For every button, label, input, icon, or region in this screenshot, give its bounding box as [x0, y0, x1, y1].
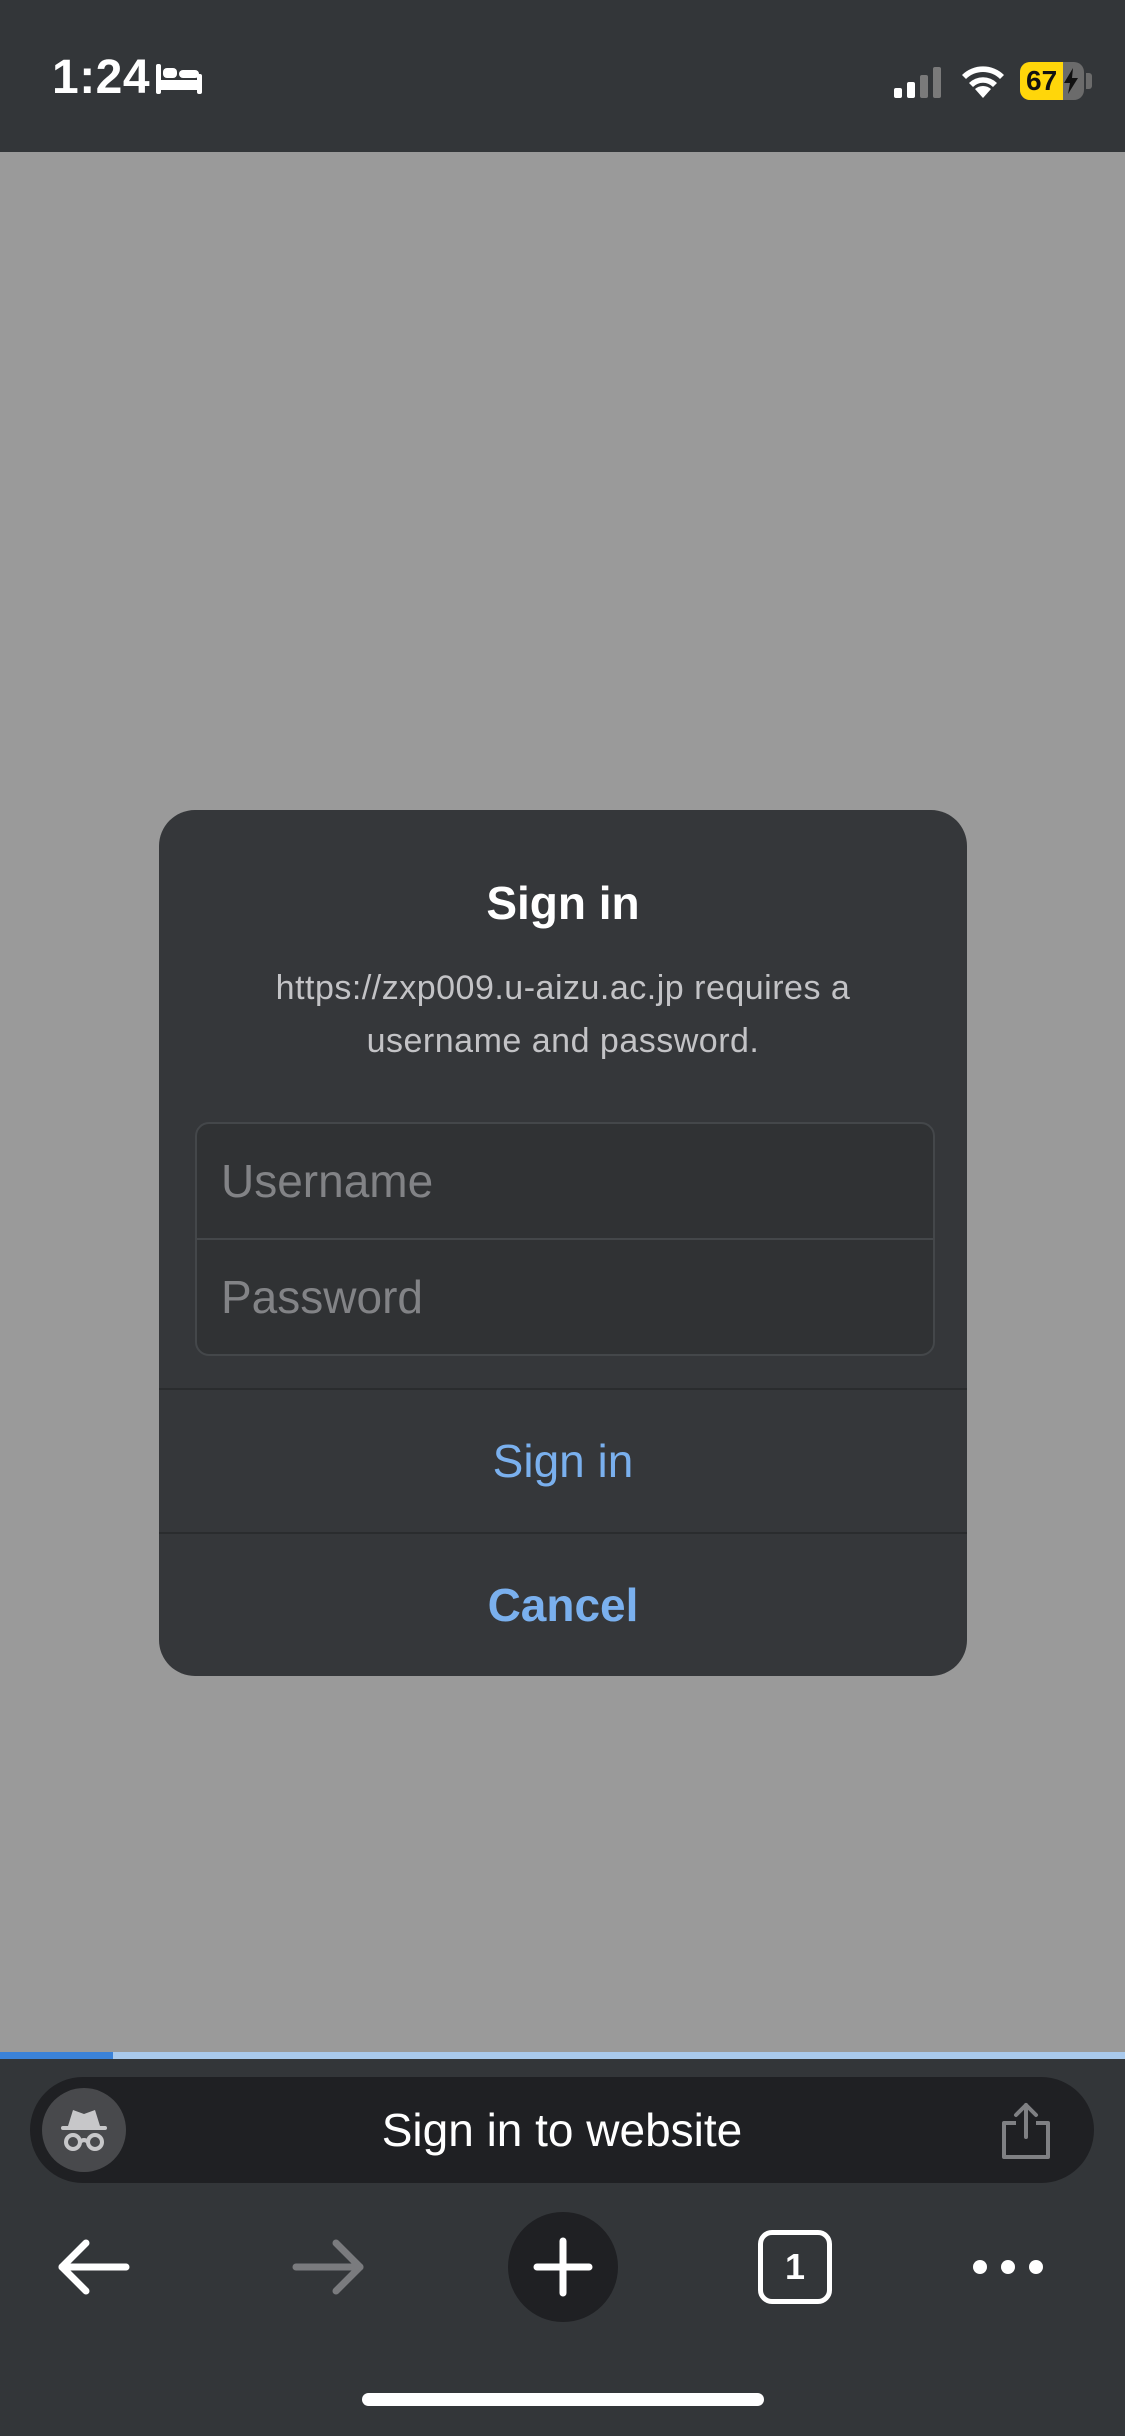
wifi-icon	[962, 66, 1004, 98]
forward-arrow-icon	[292, 2239, 364, 2295]
plus-icon	[533, 2237, 593, 2297]
credentials-field-group	[195, 1122, 935, 1356]
more-button[interactable]	[953, 2200, 1063, 2310]
tabs-button[interactable]: 1	[758, 2230, 832, 2304]
forward-button[interactable]	[272, 2200, 382, 2310]
page-load-progress	[0, 2052, 1125, 2059]
cellular-signal-icon	[894, 67, 941, 98]
sign-in-button[interactable]: Sign in	[159, 1390, 967, 1532]
incognito-button[interactable]	[42, 2088, 126, 2172]
dialog-title: Sign in	[486, 877, 640, 929]
charging-bolt-icon	[1064, 68, 1078, 94]
back-arrow-icon	[58, 2239, 130, 2295]
status-time: 1:24	[52, 51, 151, 104]
username-field[interactable]	[197, 1124, 933, 1238]
battery-percent: 67	[1026, 65, 1058, 96]
home-indicator[interactable]	[362, 2393, 764, 2406]
omnibox-text: Sign in to website	[381, 2104, 743, 2156]
dialog-message: https://zxp009.u-aizu.ac.jp requires a u…	[275, 969, 851, 1060]
battery-tip	[1086, 73, 1092, 89]
new-tab-button[interactable]	[508, 2212, 618, 2322]
share-icon[interactable]	[998, 2101, 1054, 2161]
page-load-progress-fill	[0, 2052, 113, 2059]
back-button[interactable]	[40, 2200, 150, 2310]
bed-icon	[156, 64, 202, 94]
password-field[interactable]	[197, 1240, 933, 1354]
omnibox[interactable]: Sign in to website	[30, 2077, 1094, 2183]
status-bar: 1:24 67	[0, 0, 1125, 152]
more-icon	[973, 2260, 1043, 2274]
battery-indicator: 67	[1020, 62, 1084, 100]
cancel-button[interactable]: Cancel	[159, 1534, 967, 1676]
incognito-icon	[61, 2110, 107, 2151]
sign-in-dialog: Sign in https://zxp009.u-aizu.ac.jp requ…	[159, 810, 967, 1676]
